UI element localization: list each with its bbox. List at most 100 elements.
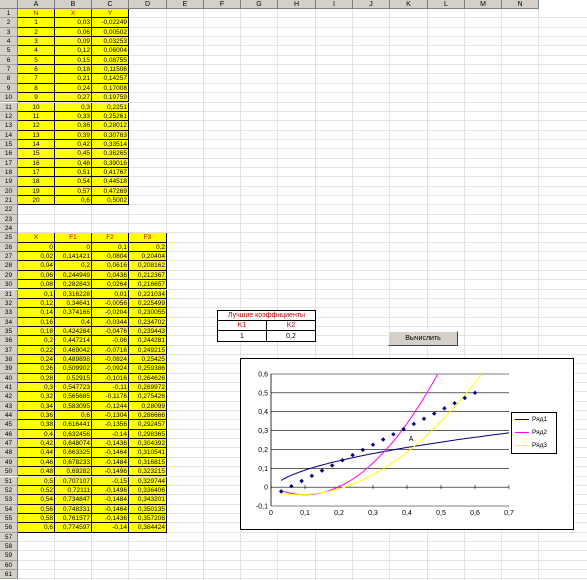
row-header[interactable]: 41 [0, 383, 18, 393]
table-cell[interactable]: 0,648074 [55, 439, 92, 449]
row-header[interactable]: 44 [0, 411, 18, 421]
table-cell[interactable]: 0,22 [18, 345, 55, 355]
table-cell[interactable]: 0,2 [55, 261, 92, 271]
table-cell[interactable]: 0,18 [55, 65, 92, 75]
table-cell[interactable]: 0,12 [55, 46, 92, 56]
row-header[interactable]: 49 [0, 457, 18, 468]
table-cell[interactable]: 0,2 [18, 336, 55, 346]
table-cell[interactable]: 0,234702 [129, 317, 167, 327]
column-header[interactable]: G [241, 0, 278, 9]
calculate-button[interactable]: Вычислить [388, 331, 458, 346]
table-cell[interactable]: -0,1244 [92, 401, 129, 412]
table-cell[interactable]: 0,28 [18, 373, 55, 383]
table-cell[interactable]: -0,0824 [92, 354, 129, 365]
table-cell[interactable]: 0,03 [55, 18, 92, 28]
table-cell[interactable]: 0,6 [18, 523, 55, 533]
row-header[interactable]: 12 [0, 111, 18, 122]
row-header[interactable]: 50 [0, 467, 18, 477]
table-cell[interactable]: 0,34 [18, 401, 55, 412]
column-header[interactable]: H [278, 0, 316, 9]
table-cell[interactable]: 0,12 [18, 298, 55, 309]
table-cell[interactable]: 0,0436 [92, 270, 129, 281]
row-header[interactable]: 48 [0, 448, 18, 458]
table-cell[interactable]: 2 [18, 27, 55, 38]
table-cell[interactable]: 0,0264 [92, 280, 129, 290]
table-cell[interactable]: 0,292457 [129, 420, 167, 430]
table-cell[interactable]: 0,01 [92, 289, 129, 299]
table-cell[interactable]: 0,269972 [129, 383, 167, 393]
table-cell[interactable]: 0,33 [55, 111, 92, 122]
table-cell[interactable]: 0,3 [55, 102, 92, 112]
table-cell[interactable]: X [18, 233, 55, 243]
table-cell[interactable]: 0,489898 [55, 354, 92, 365]
table-cell[interactable]: 6 [18, 65, 55, 75]
table-cell[interactable]: 0,34641 [55, 298, 92, 309]
column-header[interactable]: E [167, 0, 204, 9]
row-header[interactable]: 19 [0, 177, 18, 187]
table-cell[interactable]: 0,6 [55, 411, 92, 421]
table-cell[interactable]: -0,11 [92, 383, 129, 393]
table-cell[interactable]: 0,316815 [129, 457, 167, 468]
row-header[interactable]: 26 [0, 242, 18, 253]
table-cell[interactable]: 0,469042 [55, 345, 92, 355]
table-cell[interactable]: -0,15 [92, 476, 129, 486]
row-header[interactable]: 55 [0, 513, 18, 524]
table-cell[interactable]: 16 [18, 158, 55, 168]
table-cell[interactable]: Y [92, 9, 129, 19]
table-cell[interactable]: 0,734847 [55, 495, 92, 505]
table-cell[interactable]: 0,323215 [129, 467, 167, 477]
table-cell[interactable]: 8 [18, 83, 55, 94]
table-cell[interactable]: 0,00502 [92, 27, 129, 38]
table-cell[interactable]: 0,275426 [129, 392, 167, 402]
row-header[interactable]: 59 [0, 551, 18, 561]
table-cell[interactable]: 0,343201 [129, 495, 167, 505]
table-cell[interactable]: 20 [18, 196, 55, 206]
table-cell[interactable]: 0,26 [18, 364, 55, 374]
table-cell[interactable]: 0,57 [55, 186, 92, 196]
table-cell[interactable]: 1 [18, 18, 55, 28]
table-cell[interactable]: 0,32 [18, 392, 55, 402]
table-cell[interactable]: 0,45 [55, 149, 92, 159]
row-header[interactable]: 47 [0, 439, 18, 449]
table-cell[interactable]: 0,663325 [55, 448, 92, 458]
table-cell[interactable]: 0,329744 [129, 476, 167, 486]
table-cell[interactable]: 0,259386 [129, 364, 167, 374]
table-cell[interactable]: 0,14257 [92, 74, 129, 84]
table-cell[interactable]: 14 [18, 139, 55, 150]
select-all-corner[interactable] [0, 0, 18, 9]
table-cell[interactable]: 0,02 [18, 252, 55, 262]
table-cell[interactable]: 0,36 [18, 411, 55, 421]
table-cell[interactable]: 0,208162 [129, 261, 167, 271]
row-header[interactable]: 61 [0, 570, 18, 580]
table-cell[interactable]: 0,374166 [55, 308, 92, 318]
row-header[interactable]: 16 [0, 149, 18, 159]
table-cell[interactable]: 0,09 [55, 37, 92, 47]
column-header[interactable]: D [129, 0, 167, 9]
table-cell[interactable]: F1 [55, 233, 92, 243]
table-cell[interactable]: 0,52915 [55, 373, 92, 383]
table-cell[interactable]: -0,02249 [92, 18, 129, 28]
row-header[interactable]: 38 [0, 354, 18, 365]
table-cell[interactable]: 19 [18, 186, 55, 196]
table-cell[interactable]: 0,08755 [92, 55, 129, 66]
row-header[interactable]: 34 [0, 317, 18, 327]
table-cell[interactable]: 0,24 [55, 83, 92, 94]
row-header[interactable]: 5 [0, 46, 18, 56]
table-cell[interactable]: 0,4 [55, 317, 92, 327]
table-cell[interactable]: 0,11506 [92, 65, 129, 75]
k1-value[interactable]: 1 [217, 330, 267, 342]
table-cell[interactable]: 0,15 [55, 55, 92, 66]
table-cell[interactable]: 0,707107 [55, 476, 92, 486]
table-cell[interactable]: 0,583095 [55, 401, 92, 412]
table-cell[interactable]: -0,14 [92, 523, 129, 533]
table-cell[interactable]: 0,27 [55, 93, 92, 103]
table-cell[interactable]: -0,06 [92, 336, 129, 346]
row-header[interactable]: 45 [0, 420, 18, 430]
row-header[interactable]: 46 [0, 429, 18, 440]
column-header[interactable]: A [18, 0, 55, 9]
table-cell[interactable]: 0,19759 [92, 93, 129, 103]
column-header[interactable]: K [390, 0, 428, 9]
table-cell[interactable]: -0,1496 [92, 467, 129, 477]
table-cell[interactable]: 0,39016 [92, 158, 129, 168]
table-cell[interactable]: 0,0804 [92, 252, 129, 262]
